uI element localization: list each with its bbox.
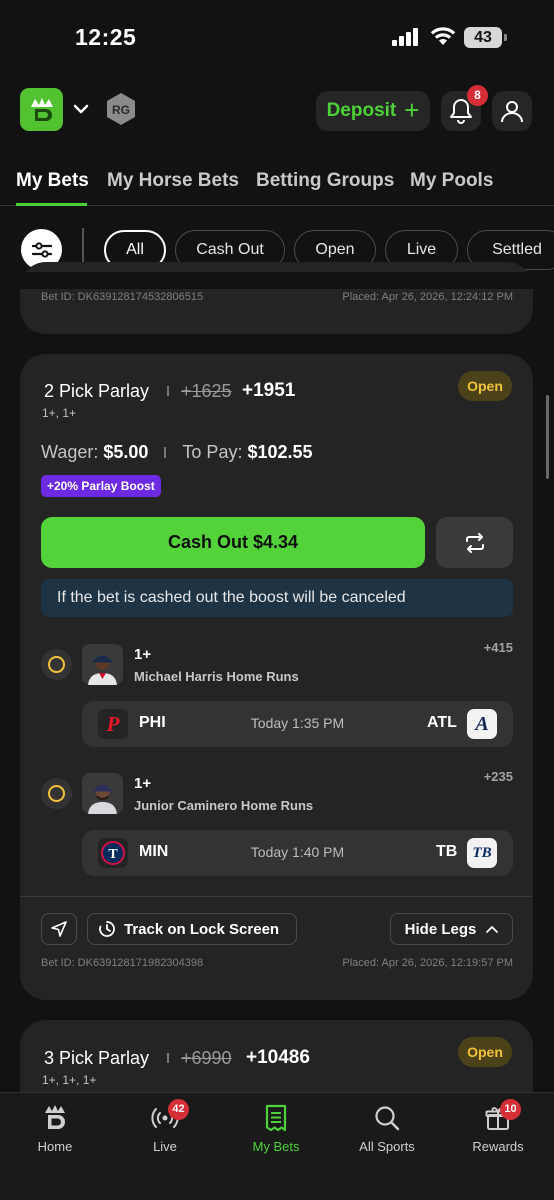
rays-logo-icon: TB — [467, 838, 497, 868]
track-lock-screen-button[interactable]: Track on Lock Screen — [87, 913, 297, 945]
svg-text:RG: RG — [112, 103, 130, 117]
nav-label: My Bets — [252, 1139, 300, 1154]
notification-count-badge: 8 — [467, 85, 488, 106]
nav-live[interactable]: 42 Live — [110, 1093, 220, 1173]
nav-my-bets[interactable]: My Bets — [221, 1093, 331, 1173]
search-icon — [373, 1103, 401, 1133]
tab-betting-groups[interactable]: Betting Groups — [256, 170, 394, 192]
tab-my-horse-bets[interactable]: My Horse Bets — [107, 170, 239, 192]
bet-id: Bet ID: DK639128171982304398 — [41, 957, 204, 969]
battery-indicator: 43 — [464, 27, 502, 48]
original-odds: +6990 — [181, 1048, 232, 1068]
bets-tabs: My Bets My Horse Bets Betting Groups My … — [0, 166, 554, 206]
leg-odds: +415 — [483, 640, 513, 655]
filter-bar-backdrop — [0, 272, 554, 289]
cash-out-button[interactable]: Cash Out $4.34 — [41, 517, 425, 568]
status-time: 12:25 — [75, 24, 137, 50]
account-button[interactable] — [492, 91, 532, 131]
hide-legs-label: Hide Legs — [404, 920, 477, 938]
status-badge: Open — [458, 1037, 512, 1067]
boosted-odds: +1951 — [242, 380, 296, 401]
original-odds: +1625 — [181, 381, 232, 401]
track-label: Track on Lock Screen — [124, 920, 280, 938]
chevron-down-icon[interactable] — [72, 100, 90, 118]
parlay-title: 2 Pick Parlay — [44, 381, 150, 401]
boosted-odds: +10486 — [246, 1047, 310, 1068]
leg-odds: +235 — [483, 769, 513, 784]
wager-amount: $5.00 — [103, 442, 149, 462]
leg-description: Michael Harris Home Runs — [134, 669, 299, 684]
live-activity-icon — [99, 921, 115, 937]
bet-card[interactable]: 2 Pick Parlay +1625 +1951 1+, 1+ Open Wa… — [20, 354, 533, 1000]
live-count-badge: 42 — [168, 1099, 189, 1120]
responsible-gaming-icon[interactable]: RG — [105, 92, 137, 126]
signal-icon — [392, 28, 422, 46]
plus-icon: + — [404, 95, 420, 125]
filter-bar-overlay — [0, 228, 554, 272]
send-icon — [51, 921, 67, 937]
tab-my-bets[interactable]: My Bets — [16, 170, 89, 192]
nav-home[interactable]: Home — [0, 1093, 110, 1173]
away-team: ATL — [427, 714, 457, 731]
nav-label: Rewards — [472, 1139, 524, 1154]
battery-tip — [504, 34, 507, 41]
nav-label: All Sports — [359, 1139, 415, 1154]
to-pay-label: To Pay: — [182, 442, 243, 462]
parlay-subtitle: 1+, 1+, 1+ — [42, 1073, 97, 1087]
leg-line: 1+ — [134, 646, 152, 663]
leg-description: Junior Caminero Home Runs — [134, 798, 314, 813]
app-header: RG Deposit + 8 — [0, 85, 554, 132]
to-pay-amount: $102.55 — [247, 442, 313, 462]
nav-all-sports[interactable]: All Sports — [332, 1093, 442, 1173]
user-icon — [501, 101, 523, 123]
title-separator — [167, 386, 169, 396]
leg-line: 1+ — [134, 775, 152, 792]
parlay-boost-badge: +20% Parlay Boost — [41, 475, 161, 497]
wager-row: Wager: $5.00 To Pay: $102.55 — [41, 442, 313, 468]
app-logo[interactable] — [20, 88, 63, 131]
share-button[interactable] — [41, 913, 77, 945]
status-badge: Open — [458, 371, 512, 401]
player-avatar — [82, 773, 123, 814]
parlay-title: 3 Pick Parlay — [44, 1048, 150, 1068]
bet-placed-time: Placed: Apr 26, 2026, 12:19:57 PM — [342, 957, 513, 969]
active-tab-indicator — [16, 203, 87, 206]
bet-placed-time: Placed: Apr 26, 2026, 12:24:12 PM — [342, 291, 513, 303]
tab-my-pools[interactable]: My Pools — [410, 170, 493, 192]
braves-logo-icon: A — [467, 709, 497, 739]
deposit-label: Deposit — [326, 100, 397, 121]
receipt-icon — [262, 1103, 290, 1133]
bottom-nav: Home 42 Live My Bets All Sports 10 Rewar… — [0, 1092, 554, 1200]
away-team: TB — [436, 843, 458, 860]
status-bar: 12:25 43 — [0, 0, 554, 74]
scrollbar[interactable] — [546, 395, 549, 479]
parlay-subtitle: 1+, 1+ — [42, 406, 77, 420]
swap-arrows-icon — [465, 532, 484, 553]
deposit-button[interactable]: Deposit + — [316, 91, 430, 131]
game-matchup[interactable]: T MIN Today 1:40 PM TB TB — [82, 830, 513, 876]
title-separator — [167, 1053, 169, 1063]
boost-warning: If the bet is cashed out the boost will … — [41, 579, 513, 617]
edit-bet-button[interactable] — [436, 517, 513, 568]
home-crown-icon — [41, 1103, 69, 1133]
nav-rewards[interactable]: 10 Rewards — [443, 1093, 553, 1173]
hide-legs-button[interactable]: Hide Legs — [390, 913, 513, 945]
leg-status-icon — [41, 778, 72, 809]
bet-id: Bet ID: DK639128174532806515 — [41, 291, 204, 303]
wifi-icon — [430, 27, 456, 45]
wager-separator — [164, 446, 167, 458]
crown-logo-icon — [30, 97, 53, 121]
player-avatar — [82, 644, 123, 685]
leg-status-icon — [41, 649, 72, 680]
nav-label: Live — [153, 1139, 177, 1154]
game-matchup[interactable]: P PHI Today 1:35 PM ATL A — [82, 701, 513, 747]
card-divider — [20, 896, 533, 897]
wager-label: Wager: — [41, 442, 99, 462]
nav-label: Home — [37, 1139, 73, 1154]
chevron-up-icon — [486, 926, 499, 933]
rewards-count-badge: 10 — [500, 1099, 521, 1120]
